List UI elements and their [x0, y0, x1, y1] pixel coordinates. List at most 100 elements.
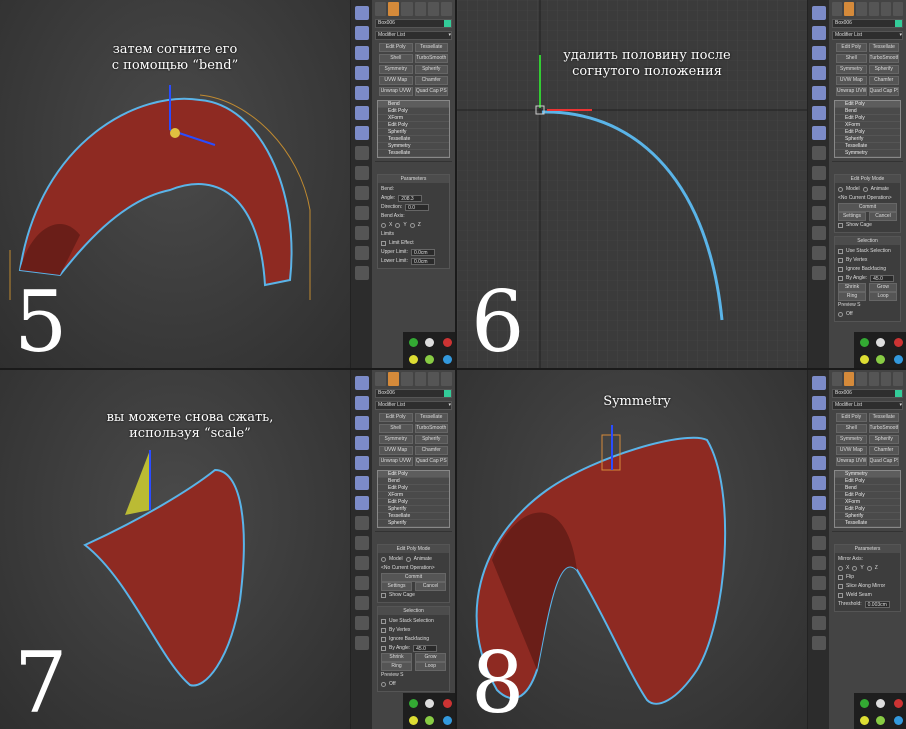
object-name-field[interactable]: Box006: [832, 19, 903, 28]
checkbox[interactable]: [838, 223, 843, 228]
modifier-button[interactable]: Chamfer: [414, 76, 448, 85]
tool-icon[interactable]: [354, 516, 369, 530]
tool-icon[interactable]: [811, 246, 826, 260]
tool-icon[interactable]: [811, 436, 826, 450]
modifier-button[interactable]: Spherify: [414, 435, 448, 444]
tool-icon[interactable]: [354, 396, 369, 410]
tool-icon[interactable]: [354, 46, 369, 60]
spinner-field[interactable]: 45.0: [413, 645, 438, 652]
tool-icon[interactable]: [354, 536, 369, 550]
tray-app-icon[interactable]: [443, 355, 452, 364]
tool-icon[interactable]: [354, 456, 369, 470]
modifier-button[interactable]: Edit Poly: [836, 43, 867, 52]
modifier-button[interactable]: Shell: [379, 424, 413, 433]
rollout-button[interactable]: Grow: [869, 283, 897, 292]
tool-icon[interactable]: [354, 416, 369, 430]
rollout-button[interactable]: Cancel: [869, 212, 897, 221]
tool-icon[interactable]: [811, 266, 826, 280]
tool-icon[interactable]: [811, 496, 826, 510]
tool-icon[interactable]: [354, 596, 369, 610]
tab-modify-icon[interactable]: [388, 372, 400, 386]
radio-button[interactable]: [838, 312, 843, 317]
viewport[interactable]: затем согните его с помощью “bend” 5: [0, 0, 350, 368]
tool-icon[interactable]: [811, 576, 826, 590]
tab-display-icon[interactable]: [427, 2, 439, 16]
stack-item[interactable]: Edit Poly: [378, 471, 449, 478]
stack-item[interactable]: Spherify: [835, 513, 900, 520]
tab-modify-icon[interactable]: [844, 2, 855, 16]
object-color-swatch[interactable]: [444, 390, 451, 397]
tool-icon[interactable]: [354, 6, 369, 20]
tool-icon[interactable]: [354, 246, 369, 260]
checkbox[interactable]: [381, 593, 386, 598]
checkbox[interactable]: [381, 637, 386, 642]
tray-app-icon[interactable]: [425, 338, 434, 347]
stack-item[interactable]: Bend: [835, 485, 900, 492]
modifier-list-dropdown[interactable]: Modifier List ▾: [832, 31, 903, 40]
stack-item[interactable]: Tessellate: [378, 150, 449, 157]
modifier-button[interactable]: Spherify: [414, 65, 448, 74]
tool-icon[interactable]: [811, 476, 826, 490]
modifier-button[interactable]: UVW Map: [379, 76, 413, 85]
tray-app-icon[interactable]: [425, 699, 434, 708]
modifier-button[interactable]: Chamfer: [414, 446, 448, 455]
viewport[interactable]: вы можете снова сжать, используя “scale” 7: [0, 370, 350, 729]
tool-icon[interactable]: [354, 436, 369, 450]
modifier-button[interactable]: Quad Cap PS: [868, 87, 899, 96]
spinner-field[interactable]: 0.0: [405, 204, 430, 211]
rollout-button[interactable]: Settings: [838, 212, 866, 221]
tray-app-icon[interactable]: [443, 716, 452, 725]
stack-item[interactable]: Symmetry: [835, 150, 900, 157]
stack-item[interactable]: Edit Poly: [835, 478, 900, 485]
tool-icon[interactable]: [811, 186, 826, 200]
spinner-field[interactable]: 0.0cm: [410, 258, 435, 265]
tray-app-icon[interactable]: [894, 355, 903, 364]
tool-icon[interactable]: [811, 456, 826, 470]
modifier-button[interactable]: TurboSmooth: [414, 424, 448, 433]
modifier-button[interactable]: UVW Map: [836, 446, 867, 455]
radio-button[interactable]: [405, 557, 411, 562]
rollout-title[interactable]: Parameters: [378, 175, 449, 183]
stack-item[interactable]: Bend: [378, 101, 449, 108]
tool-icon[interactable]: [811, 106, 826, 120]
tab-hierarchy-icon[interactable]: [856, 2, 867, 16]
stack-item[interactable]: Symmetry: [378, 143, 449, 150]
modifier-button[interactable]: Symmetry: [836, 435, 867, 444]
tab-modify-icon[interactable]: [844, 372, 855, 386]
tool-icon[interactable]: [354, 26, 369, 40]
modifier-button[interactable]: Unwrap UVW: [379, 457, 413, 466]
tool-icon[interactable]: [811, 536, 826, 550]
tab-utilities-icon[interactable]: [892, 372, 904, 386]
radio-button[interactable]: [381, 223, 386, 228]
tray-app-icon[interactable]: [409, 716, 418, 725]
stack-item[interactable]: Bend: [835, 108, 900, 115]
radio-button[interactable]: [381, 557, 386, 562]
tray-app-icon[interactable]: [894, 716, 903, 725]
stack-item[interactable]: XForm: [835, 499, 900, 506]
tab-hierarchy-icon[interactable]: [401, 372, 413, 386]
tool-icon[interactable]: [354, 636, 369, 650]
modifier-button[interactable]: Chamfer: [868, 76, 899, 85]
stack-item[interactable]: Tessellate: [835, 143, 900, 150]
modifier-button[interactable]: Quad Cap PS: [414, 87, 448, 96]
tab-motion-icon[interactable]: [414, 372, 426, 386]
modifier-button[interactable]: Shell: [836, 54, 867, 63]
rollout-button[interactable]: Settings: [381, 582, 412, 591]
tool-icon[interactable]: [811, 6, 826, 20]
stack-item[interactable]: Spherify: [378, 129, 449, 136]
checkbox[interactable]: [381, 619, 386, 624]
object-color-swatch[interactable]: [444, 20, 451, 27]
modifier-button[interactable]: TurboSmooth: [868, 424, 899, 433]
tray-app-icon[interactable]: [860, 338, 869, 347]
tool-icon[interactable]: [354, 226, 369, 240]
modifier-button[interactable]: Tessellate: [414, 413, 448, 422]
tab-hierarchy-icon[interactable]: [856, 372, 867, 386]
tray-app-icon[interactable]: [860, 355, 869, 364]
radio-button[interactable]: [852, 566, 858, 571]
tool-icon[interactable]: [354, 576, 369, 590]
modifier-button[interactable]: Unwrap UVW: [836, 457, 867, 466]
modifier-stack[interactable]: Edit Poly Bend Edit Poly XForm Edit Poly Sphe…: [377, 470, 450, 528]
tab-motion-icon[interactable]: [868, 2, 879, 16]
tool-icon[interactable]: [354, 206, 369, 220]
rollout-title[interactable]: Selection: [378, 607, 449, 615]
